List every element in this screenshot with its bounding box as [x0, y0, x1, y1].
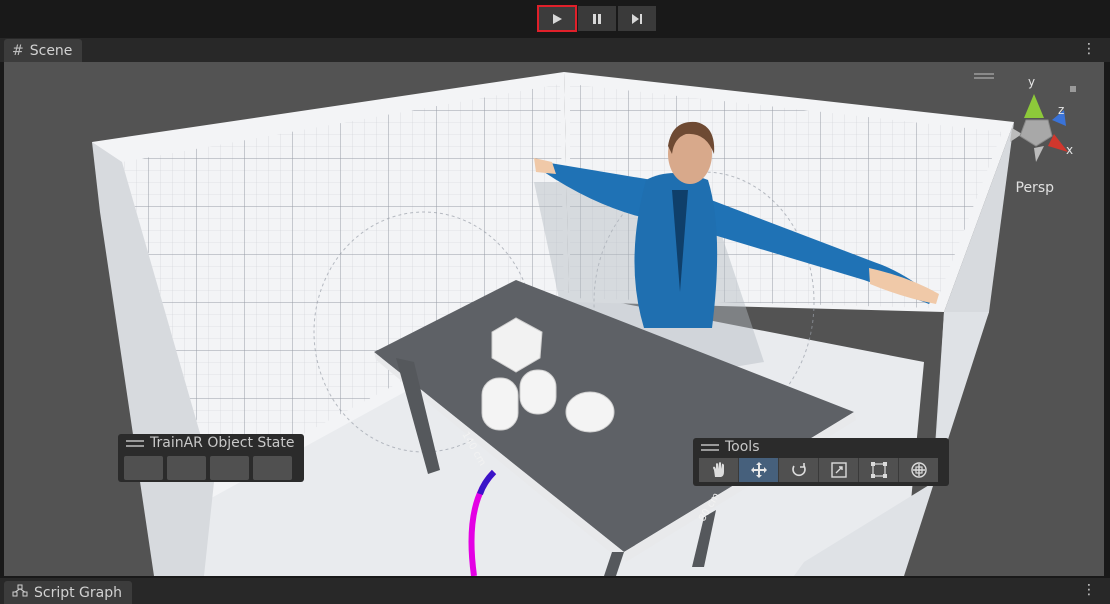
tab-scene[interactable]: # Scene: [4, 39, 83, 62]
sphere-object: [565, 391, 615, 433]
hand-tool-button[interactable]: [699, 458, 739, 482]
grid-icon: #: [12, 42, 24, 59]
transform-icon: [910, 462, 927, 478]
play-toolbar: [0, 0, 1110, 38]
scene-viewport[interactable]: 140 cm 80 cm y z x Persp TrainAR Object …: [4, 62, 1104, 576]
pause-icon: [593, 13, 601, 24]
rect-tool-button[interactable]: [859, 458, 899, 482]
move-tool-button[interactable]: [739, 458, 779, 482]
drag-handle-icon[interactable]: [701, 443, 719, 451]
tools-header: Tools: [693, 438, 949, 456]
drag-handle-icon[interactable]: [126, 439, 144, 447]
tab-script-graph[interactable]: Script Graph: [4, 581, 132, 604]
playmode-controls: [537, 5, 658, 32]
gizmo-y-label: y: [1028, 75, 1035, 89]
object-state-slots: [118, 452, 304, 480]
scene-more-menu-icon[interactable]: ⋮: [1082, 42, 1096, 56]
perspective-label[interactable]: Persp: [1016, 180, 1055, 196]
object-state-slot-3[interactable]: [210, 456, 249, 480]
bottom-more-menu-icon[interactable]: ⋮: [1082, 583, 1096, 597]
bottom-tab-bar: Script Graph ⋮: [0, 578, 1110, 604]
rotate-icon: [791, 463, 806, 477]
tab-script-graph-label: Script Graph: [34, 584, 122, 601]
gizmo-z-label: z: [1058, 103, 1064, 117]
pause-button[interactable]: [578, 6, 616, 31]
cylinder-object: [481, 377, 519, 431]
play-button[interactable]: [537, 5, 577, 32]
step-button[interactable]: [618, 6, 656, 31]
rect-icon: [870, 462, 887, 478]
move-icon: [750, 462, 767, 478]
scale-tool-button[interactable]: [819, 458, 859, 482]
scale-icon: [830, 462, 847, 478]
object-state-slot-4[interactable]: [253, 456, 292, 480]
tools-panel: Tools: [693, 438, 949, 486]
transform-tool-button[interactable]: [899, 458, 938, 482]
scene-tab-bar: # Scene ⋮: [0, 38, 1110, 62]
tools-title: Tools: [725, 439, 760, 455]
play-icon: [553, 13, 562, 24]
rotate-tool-button[interactable]: [779, 458, 819, 482]
tool-buttons: [693, 456, 949, 482]
object-state-slot-2[interactable]: [167, 456, 206, 480]
tab-scene-label: Scene: [29, 42, 73, 59]
hand-icon: [712, 462, 724, 477]
scene-render: 140 cm 80 cm y z x: [92, 72, 1076, 576]
object-state-title: TrainAR Object State: [150, 435, 295, 451]
gizmo-x-label: x: [1066, 143, 1073, 157]
object-state-slot-1[interactable]: [124, 456, 163, 480]
capsule-object: [519, 369, 557, 415]
step-icon: [632, 13, 642, 24]
trainar-object-state-panel: TrainAR Object State: [118, 434, 304, 482]
script-graph-icon: [12, 584, 28, 602]
object-state-header: TrainAR Object State: [118, 434, 304, 452]
